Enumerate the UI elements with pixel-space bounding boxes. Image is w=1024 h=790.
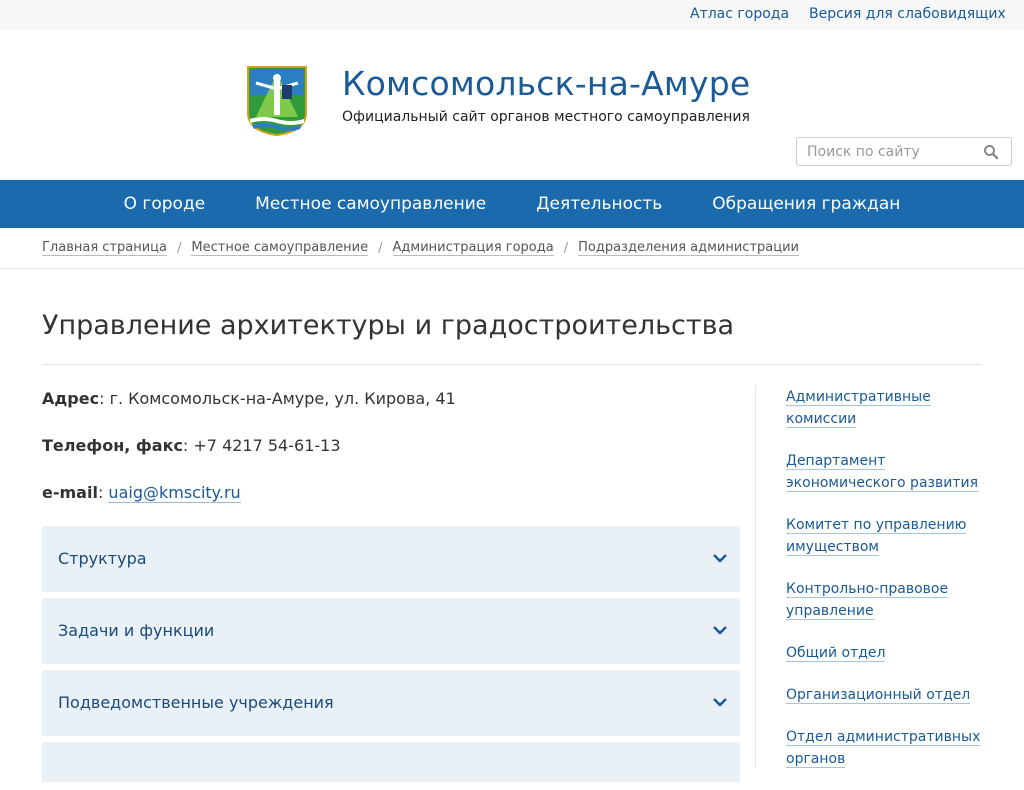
sidebar-item-organizational-department[interactable]: Организационный отдел xyxy=(786,684,996,706)
accordion-subordinate-institutions[interactable]: Подведомственные учреждения xyxy=(42,670,740,736)
sidebar-item-label: Комитет по управлению имуществом xyxy=(786,517,967,556)
sidebar-item-economic-development[interactable]: Департамент экономического развития xyxy=(786,450,996,494)
site-header: Комсомольск-на-Амуре Официальный сайт ор… xyxy=(0,30,1024,180)
accordion-tasks-functions[interactable]: Задачи и функции xyxy=(42,598,740,664)
email-separator: : xyxy=(97,483,109,502)
breadcrumb-separator: / xyxy=(378,240,383,256)
sidebar-item-label: Контрольно-правовое управление xyxy=(786,581,949,620)
search-icon[interactable] xyxy=(983,144,999,160)
sidebar-item-administrative-commissions[interactable]: Административные комиссии xyxy=(786,386,996,430)
email-line: e-mail: uaig@kmscity.ru xyxy=(42,483,241,503)
email-link[interactable]: uaig@kmscity.ru xyxy=(108,483,241,503)
chevron-down-icon xyxy=(713,626,727,635)
sidebar-item-label: Департамент экономического развития xyxy=(786,453,978,492)
email-label: e-mail xyxy=(42,483,98,502)
site-title[interactable]: Комсомольск-на-Амуре xyxy=(342,64,750,103)
chevron-down-icon xyxy=(713,698,727,707)
sidebar-item-property-committee[interactable]: Комитет по управлению имуществом xyxy=(786,514,996,558)
address-label: Адрес xyxy=(42,389,100,408)
breadcrumb-separator: / xyxy=(563,240,569,256)
accordion-label: Подведомственные учреждения xyxy=(58,693,334,712)
accordion-label: Задачи и функции xyxy=(58,621,215,640)
chevron-down-icon xyxy=(713,554,727,563)
sidebar-item-label: Административные комиссии xyxy=(786,389,931,428)
low-vision-version-link[interactable]: Версия для слабовидящих xyxy=(809,6,1006,22)
sidebar-divider xyxy=(755,385,756,768)
breadcrumb-local-government[interactable]: Местное самоуправление xyxy=(191,240,369,256)
phone-label: Телефон, факс xyxy=(42,436,183,455)
nav-item-activity[interactable]: Деятельность xyxy=(511,180,687,228)
address-line: Адрес: г. Комсомольск-на-Амуре, ул. Киро… xyxy=(42,389,456,408)
sidebar-nav: Административные комиссии Департамент эк… xyxy=(786,386,996,790)
city-emblem-icon[interactable] xyxy=(246,65,308,137)
breadcrumb-home[interactable]: Главная страница xyxy=(42,240,167,256)
sidebar-item-label: Общий отдел xyxy=(786,645,886,662)
accordion-structure[interactable]: Структура xyxy=(42,526,740,592)
page-title: Управление архитектуры и градостроительс… xyxy=(42,310,735,341)
sidebar-item-administrative-bodies[interactable]: Отдел административных органов xyxy=(786,726,996,770)
nav-item-citizen-appeals[interactable]: Обращения граждан xyxy=(687,180,925,228)
address-value: : г. Комсомольск-на-Амуре, ул. Кирова, 4… xyxy=(99,389,456,408)
title-divider xyxy=(42,364,982,365)
sidebar-item-control-legal[interactable]: Контрольно-правовое управление xyxy=(786,578,996,622)
site-search xyxy=(796,137,1012,166)
site-subtitle: Официальный сайт органов местного самоуп… xyxy=(342,109,750,125)
city-atlas-link[interactable]: Атлас города xyxy=(690,6,789,22)
breadcrumb: Главная страница / Местное самоуправлени… xyxy=(0,228,1024,269)
top-utility-bar: Атлас города Версия для слабовидящих xyxy=(0,0,1024,30)
sidebar-item-general-department[interactable]: Общий отдел xyxy=(786,642,996,664)
accordion-item-partial[interactable] xyxy=(42,742,740,782)
main-navigation: О городе Местное самоуправление Деятельн… xyxy=(0,180,1024,228)
breadcrumb-city-administration[interactable]: Администрация города xyxy=(392,240,554,256)
sidebar-item-label: Отдел административных органов xyxy=(786,729,981,768)
breadcrumb-administration-divisions[interactable]: Подразделения администрации xyxy=(578,240,799,256)
nav-item-about-city[interactable]: О городе xyxy=(99,180,231,228)
phone-value: : +7 4217 54-61-13 xyxy=(182,436,341,455)
sidebar-item-label: Организационный отдел xyxy=(786,687,971,704)
breadcrumb-separator: / xyxy=(177,240,182,256)
search-input[interactable] xyxy=(797,138,977,165)
nav-item-local-government[interactable]: Местное самоуправление xyxy=(230,180,511,228)
phone-line: Телефон, факс: +7 4217 54-61-13 xyxy=(42,436,341,455)
accordion-label: Структура xyxy=(58,549,147,568)
